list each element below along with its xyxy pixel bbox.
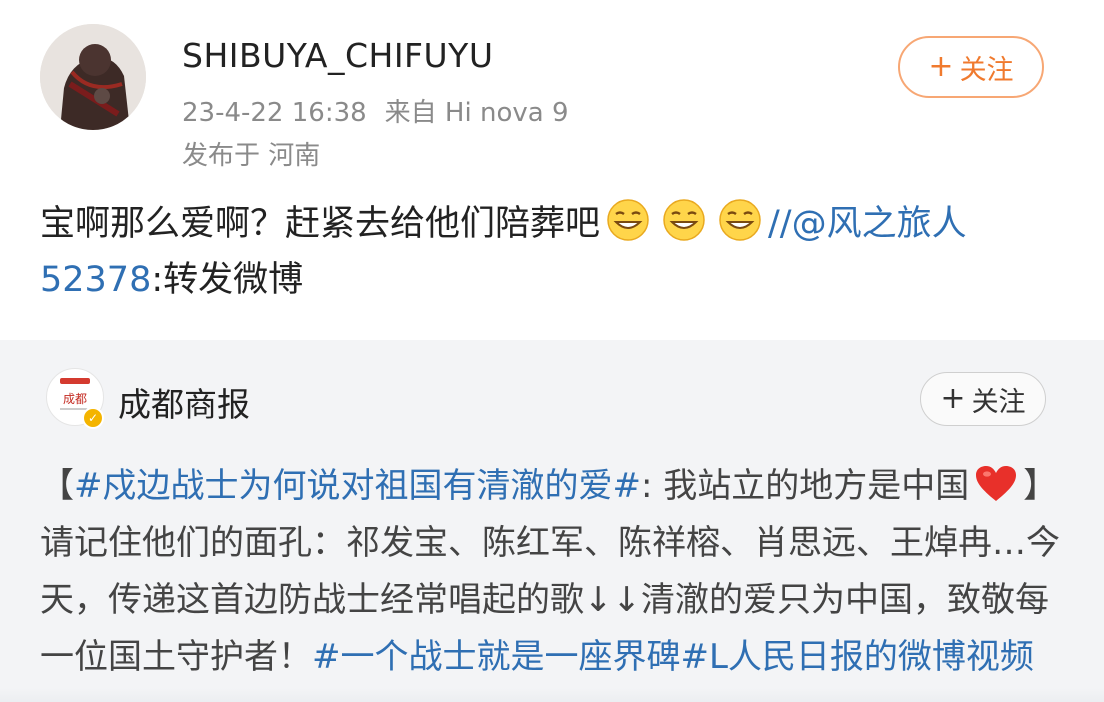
grinning-emoji-icon <box>663 199 705 241</box>
svg-text:成都: 成都 <box>63 392 87 406</box>
repost-author-name[interactable]: 成都商报 <box>118 378 250 426</box>
post-source: 来自 Hi nova 9 <box>384 98 569 128</box>
repost-text-a: : 我站立的地方是中国 <box>640 466 970 506</box>
heart-emoji-icon <box>976 466 1017 501</box>
follow-button[interactable]: + 关注 <box>898 36 1044 98</box>
weibo-post: SHIBUYA_CHIFUYU 23-4-22 16:38 来自 Hi nova … <box>0 0 1104 340</box>
grinning-emoji-icon <box>719 199 761 241</box>
post-text: 宝啊那么爱啊？赶紧去给他们陪葬吧//@风之旅人 52378:转发微博 <box>40 196 1050 308</box>
bottom-edge <box>0 688 1104 702</box>
follow-label: 关注 <box>959 54 1014 86</box>
repost-follow-button[interactable]: + 关注 <box>920 372 1046 426</box>
emoji-group <box>600 199 768 244</box>
grinning-emoji-icon <box>607 199 649 241</box>
hashtag-link[interactable]: #戍边战士为何说对祖国有清澈的爱# <box>74 466 641 506</box>
plus-icon: + <box>940 381 966 416</box>
follow-label: 关注 <box>971 386 1026 418</box>
post-text-main: 宝啊那么爱啊？赶紧去给他们陪葬吧 <box>40 204 601 244</box>
post-time: 23-4-22 16:38 <box>182 98 367 128</box>
post-meta: 23-4-22 16:38 来自 Hi nova 9 <box>182 92 569 129</box>
avatar[interactable] <box>40 24 146 130</box>
post-text-tail: :转发微博 <box>151 260 304 300</box>
video-link[interactable]: L人民日报的微博视频 <box>709 637 1034 677</box>
bracket-open: 【 <box>40 466 74 506</box>
username[interactable]: SHIBUYA_CHIFUYU <box>182 36 494 75</box>
verified-badge-icon: ✓ <box>82 407 104 429</box>
plus-icon: + <box>928 49 954 84</box>
repost-text: 【#戍边战士为何说对祖国有清澈的爱#: 我站立的地方是中国 】请记住他们的面孔：祁… <box>40 458 1070 686</box>
post-location: 发布于 河南 <box>182 141 321 171</box>
hashtag2-link[interactable]: #一个战士就是一座界碑# <box>312 637 709 677</box>
